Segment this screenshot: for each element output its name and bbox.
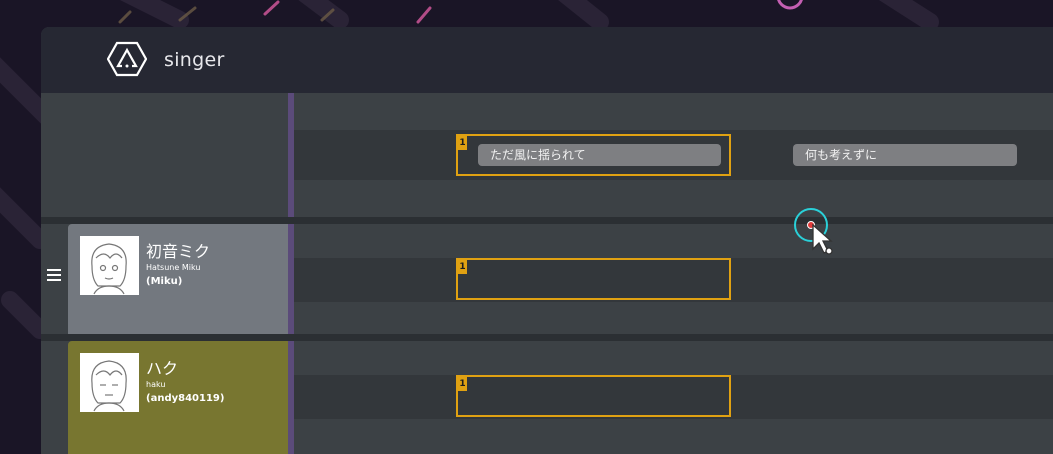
- app-header: singer: [41, 27, 1053, 93]
- haku-lane-bottom: [294, 419, 1053, 454]
- singer-voice-name: (andy840119): [146, 393, 225, 404]
- miku-phrase-box[interactable]: 1: [456, 258, 731, 300]
- singer-romanized-name: haku: [146, 380, 166, 389]
- phrase-number: 1: [458, 260, 467, 274]
- singer-card-miku[interactable]: 初音ミク Hatsune Miku (Miku): [68, 224, 288, 334]
- hamburger-lines-icon: [47, 269, 61, 281]
- singer-romanized-name: Hatsune Miku: [146, 263, 201, 272]
- hexagon-triangle-logo-icon: [107, 41, 147, 77]
- section-separator: [41, 217, 1053, 224]
- singer-name: ハク: [146, 359, 179, 378]
- miku-lane-top: [294, 224, 1053, 258]
- lyric-phrase-1[interactable]: ただ風に揺られて: [478, 144, 721, 166]
- avatar-haku: [80, 353, 139, 412]
- phrase-number: 1: [458, 377, 467, 391]
- haku-lane-top: [294, 341, 1053, 375]
- lyric-lane-top: [294, 93, 1053, 130]
- lyric-phrase-2[interactable]: 何も考えずに: [793, 144, 1017, 166]
- singer-name: 初音ミク: [146, 242, 211, 261]
- mouse-cursor-icon: [794, 208, 833, 255]
- miku-lane-bottom: [294, 302, 1053, 334]
- phrase-number: 1: [458, 136, 467, 150]
- singer-card-haku[interactable]: ハク haku (andy840119): [68, 341, 288, 454]
- hamburger-menu-icon[interactable]: [46, 267, 62, 283]
- haku-phrase-box[interactable]: 1: [456, 375, 731, 417]
- app-title: singer: [164, 49, 225, 71]
- lyric-track-label: [41, 93, 288, 217]
- section-separator: [41, 334, 1053, 341]
- avatar-miku: [80, 236, 139, 295]
- singer-voice-name: (Miku): [146, 276, 183, 287]
- lyric-lane-bottom: [294, 180, 1053, 217]
- app-window: singer 1 ただ風に揺られて 何も考えずに 初音ミク Hatsune Mi…: [41, 27, 1053, 454]
